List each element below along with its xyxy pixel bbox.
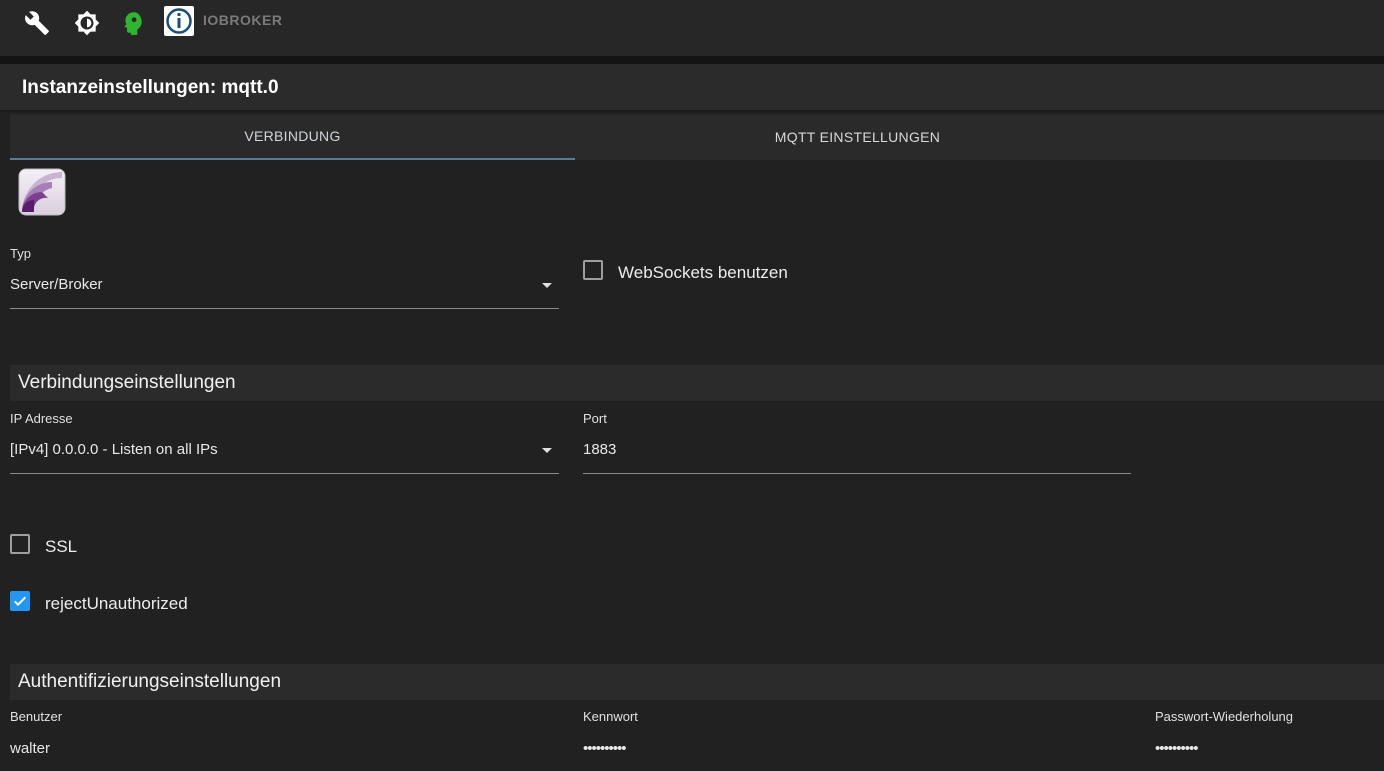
wrench-icon[interactable]	[24, 10, 50, 36]
password-label: Kennwort	[583, 709, 638, 724]
brand[interactable]: IOBROKER	[164, 6, 282, 36]
dialog-title-bar: Instanzeinstellungen: mqtt.0	[0, 64, 1384, 112]
type-select-value[interactable]: Server/Broker	[10, 276, 103, 293]
type-label: Typ	[10, 246, 31, 261]
tab-verbindung[interactable]: VERBINDUNG	[10, 114, 575, 160]
auth-settings-title: Authentifizierungseinstellungen	[18, 671, 282, 692]
ip-select-value[interactable]: [IPv4] 0.0.0.0 - Listen on all IPs	[10, 441, 218, 458]
page-title: Instanzeinstellungen: mqtt.0	[22, 77, 279, 98]
user-label: Benutzer	[10, 709, 63, 724]
password-repeat-input[interactable]: ••••••••••	[1155, 740, 1199, 757]
brightness-icon[interactable]	[74, 10, 100, 36]
websockets-checkbox[interactable]	[583, 260, 603, 280]
iobroker-logo-icon	[164, 6, 194, 36]
connection-settings-title: Verbindungseinstellungen	[18, 372, 236, 393]
tab-bar: VERBINDUNG MQTT EINSTELLUNGEN	[10, 114, 1384, 160]
user-input[interactable]: walter	[10, 740, 50, 757]
port-label: Port	[583, 411, 607, 426]
connection-settings-header: Verbindungseinstellungen	[10, 365, 1384, 401]
ip-select-underline	[10, 473, 559, 474]
top-app-bar: IOBROKER	[0, 0, 1384, 56]
chevron-down-icon[interactable]	[542, 448, 552, 453]
port-input[interactable]: 1883	[583, 441, 616, 458]
chevron-down-icon[interactable]	[542, 283, 552, 288]
divider	[0, 56, 1384, 64]
password-repeat-label: Passwort-Wiederholung	[1155, 709, 1294, 724]
password-input[interactable]: ••••••••••	[583, 740, 627, 757]
reject-unauthorized-checkbox[interactable]	[10, 591, 30, 611]
brand-name: IOBROKER	[203, 12, 283, 28]
mqtt-adapter-icon	[18, 168, 66, 216]
reject-unauthorized-label: rejectUnauthorized	[45, 594, 188, 613]
tab-mqtt-einstellungen[interactable]: MQTT EINSTELLUNGEN	[575, 114, 1140, 160]
type-select-underline	[10, 308, 559, 309]
ssl-checkbox[interactable]	[10, 534, 30, 554]
ip-label: IP Adresse	[10, 411, 73, 426]
expert-mode-icon[interactable]	[120, 10, 146, 36]
check-icon	[13, 596, 27, 607]
ssl-label: SSL	[45, 537, 78, 556]
port-input-underline	[583, 473, 1131, 474]
auth-settings-header: Authentifizierungseinstellungen	[10, 664, 1384, 700]
websockets-label: WebSockets benutzen	[618, 263, 788, 282]
